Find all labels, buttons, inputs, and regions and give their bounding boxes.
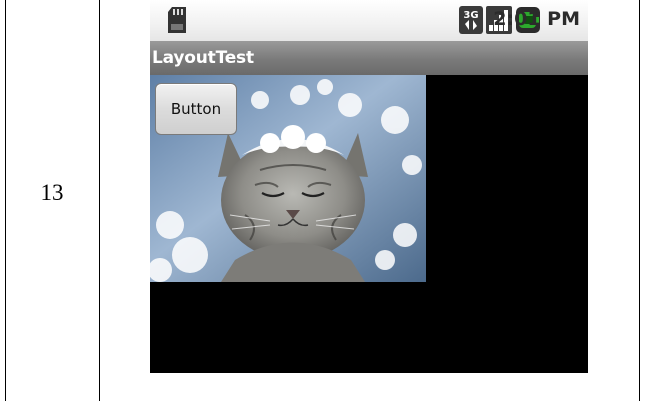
app-title: LayoutTest xyxy=(152,48,254,68)
row-number: 13 xyxy=(40,180,64,205)
svg-text:3G: 3G xyxy=(463,10,478,21)
table-right-border xyxy=(639,0,640,401)
table-column-divider xyxy=(99,0,100,401)
document-table: 13 3G 2:01 PM LayoutTest Button xyxy=(0,0,648,401)
app-title-bar: LayoutTest xyxy=(150,41,588,75)
3g-icon: 3G xyxy=(459,6,483,34)
android-screenshot: 3G 2:01 PM LayoutTest Button xyxy=(150,0,588,373)
sd-card-icon xyxy=(168,7,186,33)
status-time: 2:01 PM xyxy=(493,8,580,30)
status-bar: 3G 2:01 PM xyxy=(150,0,588,41)
layout-test-button[interactable]: Button xyxy=(155,83,237,135)
